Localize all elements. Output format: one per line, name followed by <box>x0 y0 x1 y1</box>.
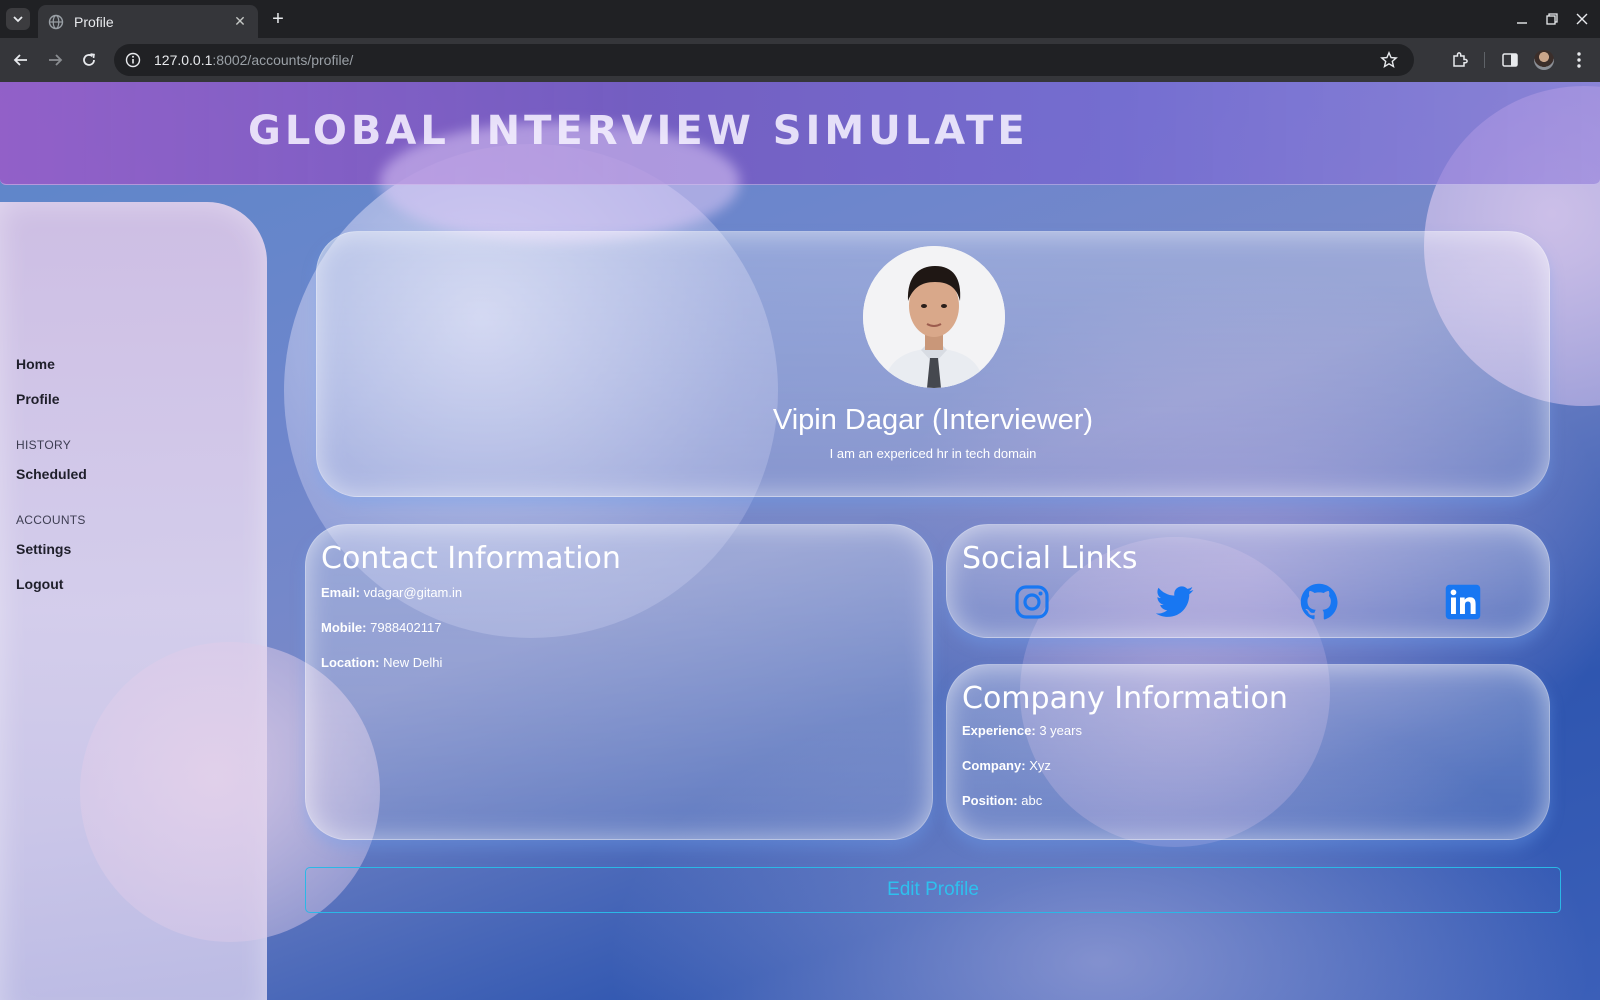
position-label: Position: <box>962 793 1018 808</box>
company-information-card: Company Information Experience: 3 years … <box>946 664 1550 840</box>
chevron-down-icon <box>13 16 23 23</box>
close-window-icon[interactable] <box>1572 9 1592 29</box>
email-value: vdagar@gitam.in <box>363 585 463 600</box>
mobile-value: 7988402117 <box>370 620 442 635</box>
toolbar-divider <box>1484 52 1485 68</box>
sidebar-item-home[interactable]: Home <box>16 356 55 372</box>
company-label: Company: <box>962 758 1026 773</box>
reload-icon[interactable] <box>77 48 101 72</box>
email-label: Email: <box>321 585 361 600</box>
social-links-card: Social Links <box>946 524 1550 638</box>
browser-profile-avatar[interactable] <box>1534 50 1554 70</box>
tab-title: Profile <box>74 13 114 30</box>
avatar <box>863 246 1005 388</box>
url-text: 127.0.0.1:8002/accounts/profile/ <box>154 52 353 68</box>
mobile-label: Mobile: <box>321 620 367 635</box>
sidebar-item-logout[interactable]: Logout <box>16 576 63 592</box>
sidebar-item-scheduled[interactable]: Scheduled <box>16 466 87 482</box>
experience-label: Experience: <box>962 723 1036 738</box>
back-arrow-icon[interactable] <box>9 48 33 72</box>
profile-card: Vipin Dagar (Interviewer) I am an experi… <box>316 231 1550 497</box>
contact-information-title: Contact Information <box>321 541 621 576</box>
profile-name: Vipin Dagar (Interviewer) <box>772 404 1094 436</box>
experience-value: 3 years <box>1039 723 1082 738</box>
browser-toolbar: 127.0.0.1:8002/accounts/profile/ <box>0 38 1600 82</box>
close-icon[interactable]: ✕ <box>232 13 248 30</box>
twitter-icon[interactable] <box>1156 583 1194 621</box>
globe-icon <box>48 14 64 30</box>
restore-icon[interactable] <box>1542 9 1562 29</box>
page-viewport: GLOBAL INTERVIEW SIMULATE Home Profile H… <box>0 82 1600 1000</box>
contact-information-card: Contact Information Email: vdagar@gitam.… <box>305 524 933 840</box>
email-field: Email: vdagar@gitam.in <box>321 585 462 600</box>
url-host: 127.0.0.1 <box>154 52 213 68</box>
company-information-title: Company Information <box>962 681 1288 716</box>
extensions-puzzle-icon[interactable] <box>1449 49 1471 71</box>
linkedin-icon[interactable] <box>1444 583 1482 621</box>
position-field: Position: abc <box>962 793 1042 808</box>
position-value: abc <box>1021 793 1043 808</box>
edit-profile-button[interactable]: Edit Profile <box>305 867 1561 913</box>
site-brand-title: GLOBAL INTERVIEW SIMULATE <box>248 108 1029 154</box>
sidebar-item-profile[interactable]: Profile <box>16 391 60 407</box>
new-tab-button[interactable]: + <box>266 8 290 30</box>
location-field: Location: New Delhi <box>321 655 442 670</box>
forward-arrow-icon[interactable] <box>43 48 67 72</box>
github-icon[interactable] <box>1300 583 1338 621</box>
mobile-field: Mobile: 7988402117 <box>321 620 441 635</box>
address-bar[interactable]: 127.0.0.1:8002/accounts/profile/ <box>114 44 1414 76</box>
minimize-icon[interactable] <box>1512 9 1532 29</box>
location-value: New Delhi <box>383 655 443 670</box>
sidebar: Home Profile HISTORY Scheduled ACCOUNTS … <box>0 202 267 1000</box>
site-info-icon[interactable] <box>124 51 142 69</box>
tab-search-button[interactable] <box>6 8 30 30</box>
sidebar-heading-accounts: ACCOUNTS <box>16 513 86 527</box>
profile-bio: I am an expericed hr in tech domain <box>829 446 1037 461</box>
more-menu-icon[interactable] <box>1568 49 1590 71</box>
side-panel-icon[interactable] <box>1499 49 1521 71</box>
company-value: Xyz <box>1029 758 1051 773</box>
instagram-icon[interactable] <box>1013 583 1051 621</box>
sidebar-item-settings[interactable]: Settings <box>16 541 71 557</box>
browser-tab-bar: Profile ✕ + <box>0 0 1600 38</box>
bookmark-star-icon[interactable] <box>1380 51 1398 69</box>
location-label: Location: <box>321 655 380 670</box>
experience-field: Experience: 3 years <box>962 723 1082 738</box>
sidebar-heading-history: HISTORY <box>16 438 72 452</box>
company-field: Company: Xyz <box>962 758 1051 773</box>
browser-tab-profile[interactable]: Profile ✕ <box>38 5 258 38</box>
url-path: :8002/accounts/profile/ <box>212 52 354 68</box>
site-header: GLOBAL INTERVIEW SIMULATE <box>0 82 1600 242</box>
social-links-title: Social Links <box>962 541 1138 576</box>
